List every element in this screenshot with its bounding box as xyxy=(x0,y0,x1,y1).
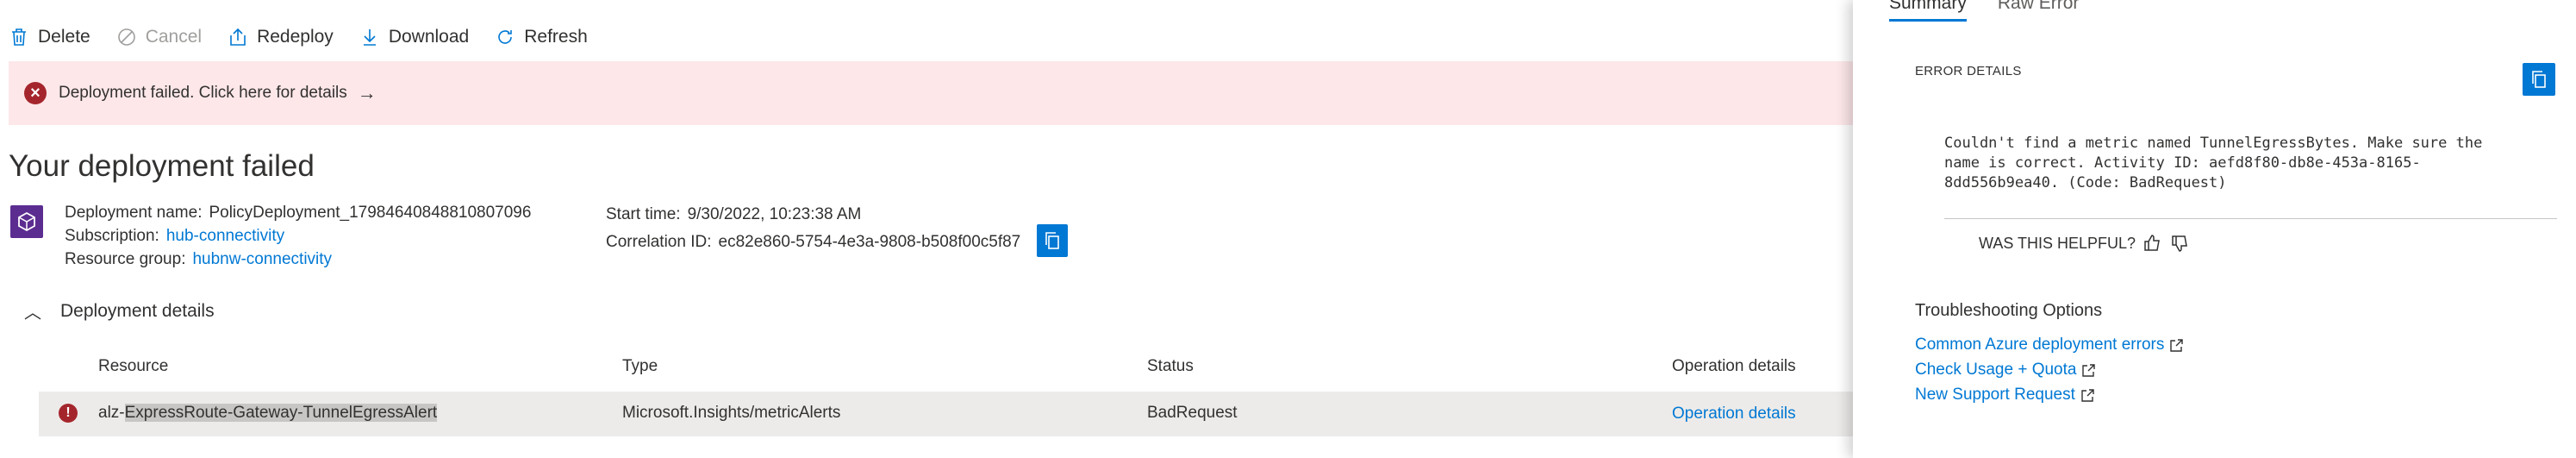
link-support-request[interactable]: New Support Request xyxy=(1915,386,2095,405)
error-details-label: ERROR DETAILS xyxy=(1915,64,2022,78)
banner-text: Deployment failed. Click here for detail… xyxy=(59,84,347,102)
redeploy-button[interactable]: Redeploy xyxy=(228,27,334,47)
subscription-label: Subscription: xyxy=(65,227,159,245)
redeploy-label: Redeploy xyxy=(257,27,334,47)
resource-group-label: Resource group: xyxy=(65,250,186,268)
panel-tabs: Summary Raw Error xyxy=(1889,0,2079,22)
resource-name-selected: ExpressRoute-Gateway-TunnelEgressAlert xyxy=(124,404,438,422)
operation-details-link[interactable]: Operation details xyxy=(1672,405,1796,423)
download-button[interactable]: Download xyxy=(359,27,469,47)
download-label: Download xyxy=(388,27,470,47)
error-details-panel: Summary Raw Error ERROR DETAILS Couldn't… xyxy=(1853,0,2576,458)
link-common-errors[interactable]: Common Azure deployment errors xyxy=(1915,336,2184,354)
start-time-value: 9/30/2022, 10:23:38 AM xyxy=(687,205,862,223)
deployment-name-label: Deployment name: xyxy=(65,204,203,222)
link-usage-quota[interactable]: Check Usage + Quota xyxy=(1915,361,2096,380)
refresh-button[interactable]: Refresh xyxy=(495,27,588,47)
subscription-line: Subscription: hub-connectivity xyxy=(65,224,531,248)
correlation-value: ec82e860-5754-4e3a-9808-b508f00c5f87 xyxy=(718,233,1021,251)
trash-icon xyxy=(12,28,26,46)
deployment-icon xyxy=(10,205,43,238)
arrow-right-icon: → xyxy=(357,82,377,104)
chevron-up-icon: ︿ xyxy=(24,304,41,323)
deployment-details-heading: Deployment details xyxy=(60,300,215,321)
deployment-name-line: Deployment name: PolicyDeployment_1798464… xyxy=(65,201,531,224)
upload-icon xyxy=(230,28,246,46)
feedback-row: WAS THIS HELPFUL? xyxy=(1979,233,2191,254)
deployment-name-value: PolicyDeployment_17984640848810807096 xyxy=(209,204,532,222)
resource-group-link[interactable]: hubnw-connectivity xyxy=(192,250,332,268)
refresh-label: Refresh xyxy=(524,27,588,47)
external-link-icon xyxy=(2081,388,2094,402)
deployment-overview: Delete Cancel Redeploy Download Refresh … xyxy=(0,0,1853,458)
cancel-label: Cancel xyxy=(145,27,203,47)
resource-cell: alz-ExpressRoute-Gateway-TunnelEgressAle… xyxy=(98,404,438,423)
error-status-icon: ! xyxy=(59,404,78,423)
correlation-label: Correlation ID: xyxy=(606,233,712,251)
deployment-timing: Start time: 9/30/2022, 10:23:38 AM Correl… xyxy=(606,201,1020,256)
command-bar: Delete Cancel Redeploy Download Refresh xyxy=(9,21,614,53)
copy-icon xyxy=(1045,232,1059,249)
tab-summary[interactable]: Summary xyxy=(1889,0,1967,22)
subscription-link[interactable]: hub-connectivity xyxy=(166,227,284,245)
download-icon xyxy=(363,29,376,46)
start-time-line: Start time: 9/30/2022, 10:23:38 AM xyxy=(606,201,1020,229)
correlation-line: Correlation ID: ec82e860-5754-4e3a-9808-b… xyxy=(606,229,1020,256)
external-link-icon xyxy=(2170,338,2184,352)
thumbs-up-icon[interactable] xyxy=(2143,233,2163,254)
page-title: Your deployment failed xyxy=(9,149,315,183)
deployment-details-toggle[interactable]: ︿ Deployment details xyxy=(24,298,215,323)
delete-button[interactable]: Delete xyxy=(9,27,90,47)
column-header-operation-details[interactable]: Operation details xyxy=(1672,357,1796,376)
cancel-icon xyxy=(117,28,135,46)
thumbs-down-icon[interactable] xyxy=(2170,233,2191,254)
external-link-icon xyxy=(2082,363,2096,377)
column-header-resource[interactable]: Resource xyxy=(98,357,168,376)
link-support-request-label: New Support Request xyxy=(1915,386,2075,404)
error-message: Couldn't find a metric named TunnelEgres… xyxy=(1944,135,2483,191)
start-time-label: Start time: xyxy=(606,205,681,223)
refresh-icon xyxy=(498,30,513,44)
troubleshooting-heading: Troubleshooting Options xyxy=(1915,301,2103,320)
column-header-type[interactable]: Type xyxy=(622,357,658,376)
status-cell: BadRequest xyxy=(1147,404,1238,422)
cancel-button[interactable]: Cancel xyxy=(116,27,202,47)
copy-error-button[interactable] xyxy=(2523,63,2555,96)
copy-icon xyxy=(2532,71,2546,88)
delete-label: Delete xyxy=(38,27,90,47)
error-icon: × xyxy=(24,82,47,104)
link-usage-quota-label: Check Usage + Quota xyxy=(1915,361,2077,379)
type-cell: Microsoft.Insights/metricAlerts xyxy=(622,404,841,422)
copy-correlation-button[interactable] xyxy=(1037,224,1068,257)
link-common-errors-label: Common Azure deployment errors xyxy=(1915,336,2165,354)
divider xyxy=(1944,218,2557,219)
helpful-label: WAS THIS HELPFUL? xyxy=(1979,234,2136,252)
resource-name-prefix: alz- xyxy=(98,404,125,422)
deployment-info: Deployment name: PolicyDeployment_1798464… xyxy=(65,201,531,271)
tab-raw-error[interactable]: Raw Error xyxy=(1998,0,2080,22)
deployment-failed-banner[interactable]: × Deployment failed. Click here for deta… xyxy=(9,61,1853,125)
column-header-status[interactable]: Status xyxy=(1147,357,1194,376)
resource-group-line: Resource group: hubnw-connectivity xyxy=(65,248,531,271)
